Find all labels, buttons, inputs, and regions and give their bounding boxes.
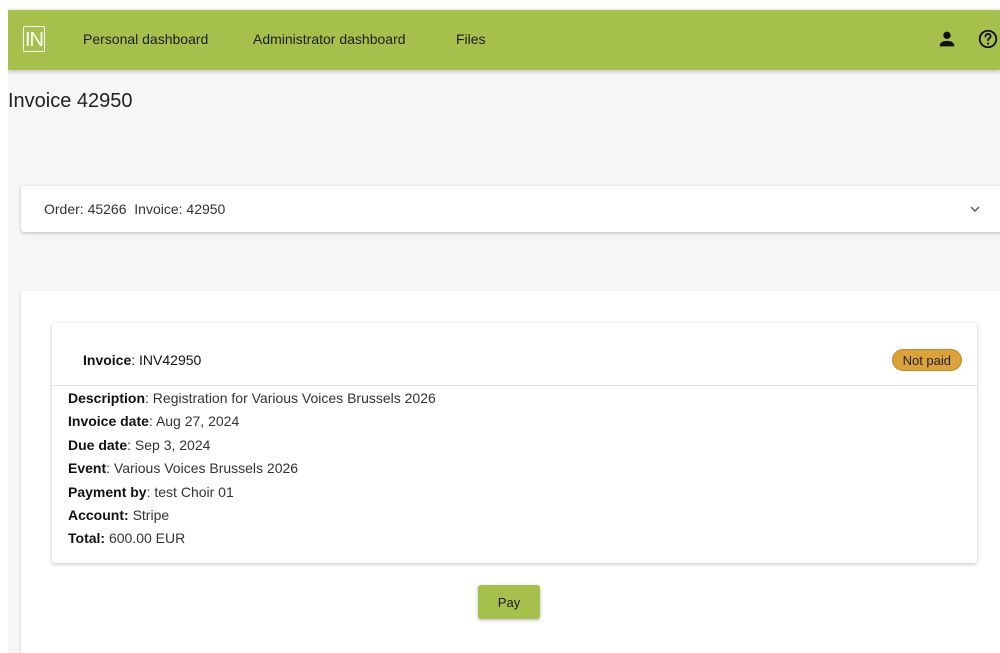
top-navbar: IN Personal dashboard Administrator dash… [8, 10, 1000, 70]
detail-separator: : [106, 460, 114, 477]
detail-value: Aug 27, 2024 [155, 413, 240, 430]
detail-row-account: Account: Stripe [68, 504, 436, 527]
page-title: Invoice 42950 [8, 90, 133, 112]
detail-value: test Choir 01 [154, 483, 234, 500]
invoice-panel: Invoice: INV42950 Not paid Description: … [21, 291, 1000, 653]
detail-label: Total: [68, 530, 106, 547]
order-accordion[interactable]: Order: 45266 Invoice: 42950 [21, 186, 1000, 232]
status-badge: Not paid [891, 349, 962, 371]
nav-link-administrator-dashboard[interactable]: Administrator dashboard [253, 31, 406, 47]
chevron-down-icon [970, 206, 980, 212]
invoice-title-label: Invoice [83, 352, 132, 368]
nav-link-files[interactable]: Files [456, 31, 486, 47]
detail-label: Description [68, 390, 146, 406]
app-logo[interactable]: IN [23, 26, 45, 52]
invoice-card-header: Invoice: INV42950 Not paid [52, 323, 977, 386]
detail-row-total: Total: 600.00 EUR [68, 527, 436, 550]
detail-row-invoice-date: Invoice date: Aug 27, 2024 [68, 410, 436, 433]
pay-button[interactable]: Pay [478, 585, 540, 619]
detail-row-description: Description: Registration for Various Vo… [68, 387, 436, 410]
detail-row-payment-by: Payment by: test Choir 01 [68, 481, 436, 504]
accordion-summary: Order: 45266 Invoice: 42950 [44, 201, 226, 217]
detail-label: Invoice date [68, 413, 149, 430]
detail-value: Various Voices Brussels 2026 [113, 460, 299, 477]
detail-value: Registration for Various Voices Brussels… [152, 390, 436, 406]
detail-separator: : [145, 390, 153, 406]
detail-label: Event [68, 460, 107, 477]
detail-row-due-date: Due date: Sep 3, 2024 [68, 434, 436, 457]
app-frame: IN Personal dashboard Administrator dash… [8, 8, 1000, 653]
nav-link-personal-dashboard[interactable]: Personal dashboard [83, 31, 208, 47]
invoice-card: Invoice: INV42950 Not paid Description: … [52, 323, 977, 563]
detail-label: Account: [68, 507, 129, 524]
detail-label: Due date [68, 436, 128, 453]
help-circle-icon[interactable] [977, 28, 999, 50]
detail-value: Sep 3, 2024 [134, 436, 211, 453]
invoice-number: : INV42950 [131, 352, 202, 368]
detail-row-event: Event: Various Voices Brussels 2026 [68, 457, 436, 480]
detail-separator: : [148, 413, 156, 430]
invoice-details: Description: Registration for Various Vo… [68, 387, 436, 551]
detail-label: Payment by [68, 483, 147, 500]
detail-separator: : [127, 436, 135, 453]
invoice-title: Invoice: INV42950 [83, 352, 201, 368]
detail-value: Stripe [132, 507, 170, 524]
user-icon[interactable] [936, 28, 958, 50]
detail-value: 600.00 EUR [108, 530, 186, 547]
